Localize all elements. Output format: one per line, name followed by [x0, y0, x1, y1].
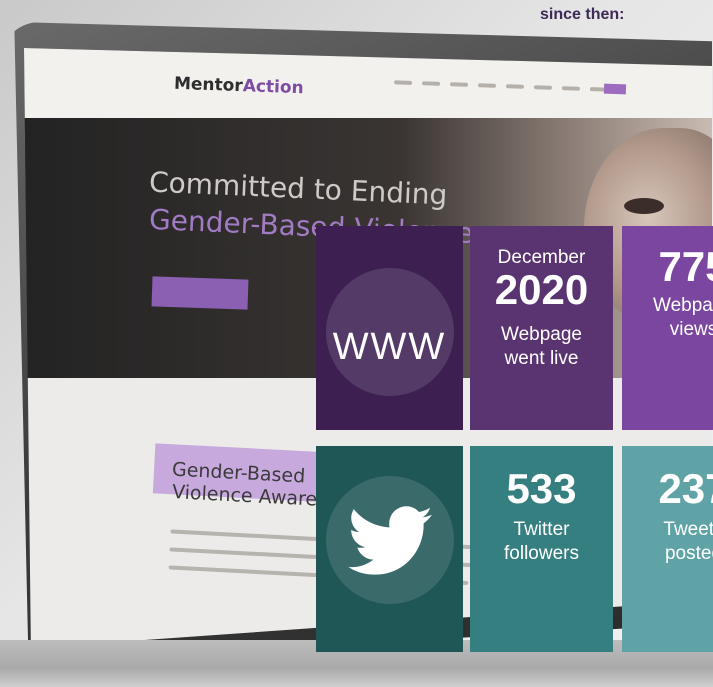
views-label-line2: views — [669, 318, 713, 340]
hero-donate-button — [151, 276, 249, 310]
nav-link-placeholder — [561, 86, 581, 91]
launch-label-line2: went live — [504, 347, 579, 369]
views-value: 775 — [658, 243, 713, 290]
nav-link-placeholder — [477, 83, 497, 88]
nav-link-placeholder — [533, 85, 553, 90]
logo-action: Action — [242, 76, 305, 99]
views-tile: 775 Webpage views — [622, 226, 713, 430]
followers-value: 533 — [506, 465, 577, 512]
nav-link-placeholder — [421, 81, 441, 86]
site-logo: MentorAction — [174, 74, 304, 99]
views-content: 775 Webpage views — [622, 246, 713, 342]
twitter-bird-icon — [348, 506, 433, 575]
nav-link-placeholder — [505, 84, 525, 89]
nav-link-placeholder — [393, 80, 413, 85]
tweets-value: 237 — [658, 465, 713, 512]
www-icon: WWW — [332, 326, 447, 368]
followers-label-line1: Twitter — [513, 519, 570, 540]
hero-eye — [624, 198, 664, 214]
launch-date-tile: December 2020 Webpage went live — [470, 226, 613, 430]
www-tile: WWW — [316, 226, 463, 430]
twitter-tile — [316, 446, 463, 652]
followers-tile: 533 Twitter followers — [470, 446, 613, 652]
tweets-label-line2: posted — [664, 542, 713, 564]
nav-donate-chip — [603, 83, 627, 95]
followers-label-line2: followers — [504, 542, 579, 564]
caption-text: since then: — [540, 6, 625, 23]
nav-link-placeholder — [449, 82, 469, 87]
tweets-tile: 237 Tweets posted — [622, 446, 713, 652]
site-nav-links — [393, 80, 609, 92]
logo-mentor: Mentor — [173, 73, 244, 97]
launch-label-line1: Webpage — [501, 323, 582, 345]
tweets-label-line1: Tweets — [663, 519, 713, 540]
views-label-line1: Webpage — [653, 295, 713, 316]
tweets-content: 237 Tweets posted — [622, 468, 713, 566]
launch-year: 2020 — [494, 265, 589, 313]
